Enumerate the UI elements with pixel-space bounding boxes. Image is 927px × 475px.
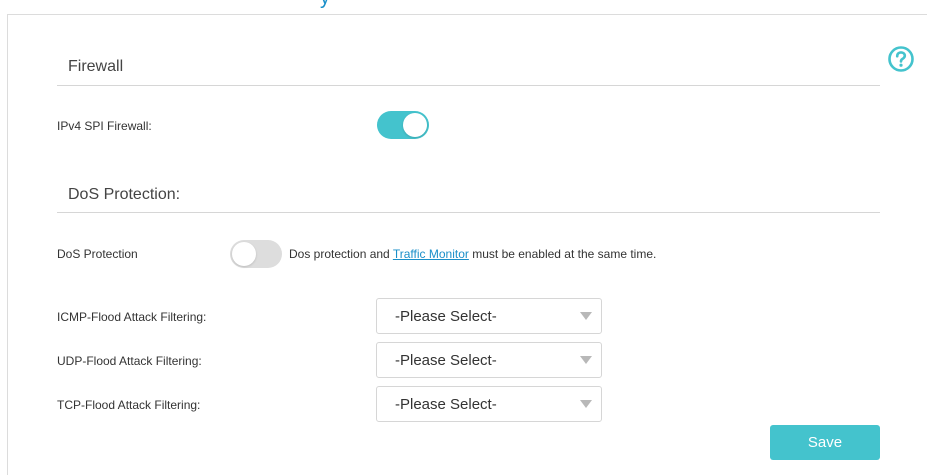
dos-protection-toggle[interactable] <box>230 240 282 268</box>
help-circle-icon[interactable] <box>887 45 915 73</box>
firewall-section-divider <box>57 85 880 86</box>
caret-down-icon <box>580 312 592 320</box>
dos-protection-section-title: DoS Protection: <box>68 186 181 203</box>
udp-flood-filter-select[interactable]: -Please Select- <box>376 342 602 378</box>
tcp-flood-filter-value: -Please Select- <box>395 396 497 413</box>
dos-protection-section-divider <box>57 212 880 213</box>
udp-flood-filter-label: UDP-Flood Attack Filtering: <box>57 354 202 368</box>
icmp-flood-filter-select[interactable]: -Please Select- <box>376 298 602 334</box>
caret-down-icon <box>580 356 592 364</box>
dos-protection-note: Dos protection and Traffic Monitor must … <box>289 246 656 262</box>
toggle-knob <box>232 242 256 266</box>
traffic-monitor-link[interactable]: Traffic Monitor <box>393 247 469 261</box>
toggle-knob <box>403 113 427 137</box>
udp-flood-filter-value: -Please Select- <box>395 352 497 369</box>
tcp-flood-filter-label: TCP-Flood Attack Filtering: <box>57 398 201 412</box>
icmp-flood-filter-value: -Please Select- <box>395 308 497 325</box>
save-button[interactable]: Save <box>770 425 880 460</box>
note-suffix: must be enabled at the same time. <box>468 247 657 261</box>
firewall-settings-page: y Firewall IPv4 SPI Firewall: DoS Protec… <box>0 0 927 475</box>
dos-protection-label: DoS Protection <box>57 247 138 261</box>
icmp-flood-filter-label: ICMP-Flood Attack Filtering: <box>57 310 207 324</box>
page-heading-fragment: y <box>320 0 330 8</box>
note-prefix: Dos protection and <box>289 247 393 261</box>
ipv4-spi-firewall-label: IPv4 SPI Firewall: <box>57 119 152 133</box>
ipv4-spi-firewall-toggle[interactable] <box>377 111 429 139</box>
tcp-flood-filter-select[interactable]: -Please Select- <box>376 386 602 422</box>
firewall-section-title: Firewall <box>68 58 124 75</box>
caret-down-icon <box>580 400 592 408</box>
